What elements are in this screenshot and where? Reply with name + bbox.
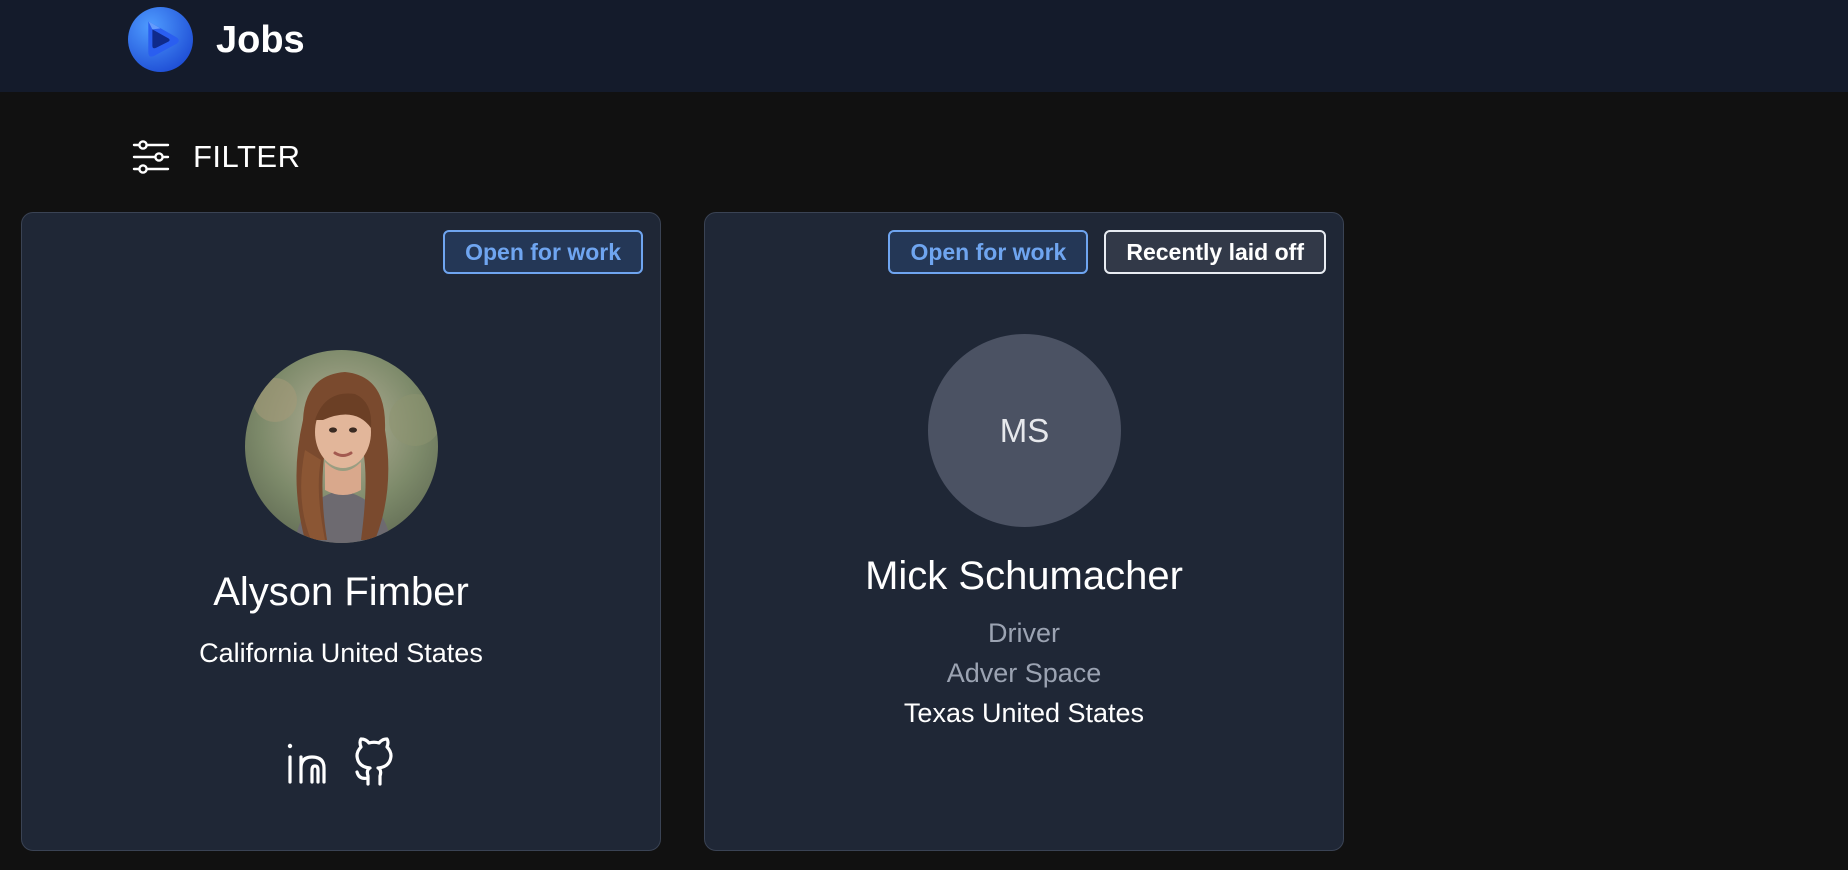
sliders-icon bbox=[132, 140, 170, 174]
candidate-location: California United States bbox=[199, 638, 483, 668]
app-title: Jobs bbox=[216, 19, 305, 61]
linkedin-icon[interactable] bbox=[284, 737, 332, 787]
social-links bbox=[22, 737, 660, 787]
avatar: MS bbox=[928, 334, 1121, 527]
github-icon[interactable] bbox=[350, 737, 398, 787]
candidate-name: Alyson Fimber bbox=[213, 570, 469, 614]
filter-button[interactable]: FILTER bbox=[131, 134, 301, 180]
candidate-company: Adver Space bbox=[946, 658, 1102, 688]
candidate-name: Mick Schumacher bbox=[865, 554, 1183, 598]
top-app-bar: Jobs bbox=[0, 0, 1848, 92]
play-logo-icon[interactable] bbox=[128, 7, 193, 72]
status-badge-open-for-work: Open for work bbox=[443, 230, 643, 274]
status-badge-recently-laid-off: Recently laid off bbox=[1104, 230, 1326, 274]
badge-group: Open for work bbox=[443, 230, 643, 274]
badge-group: Open for work Recently laid off bbox=[888, 230, 1326, 274]
candidate-card[interactable]: Open for work Recently laid off MS Mick … bbox=[704, 212, 1344, 851]
candidate-card[interactable]: Open for work Alyson Fimber California U… bbox=[21, 212, 661, 851]
status-badge-open-for-work: Open for work bbox=[888, 230, 1089, 274]
candidate-location: Texas United States bbox=[903, 698, 1145, 728]
avatar bbox=[245, 350, 438, 543]
filter-label: FILTER bbox=[193, 139, 301, 174]
candidate-role: Driver bbox=[988, 618, 1060, 648]
